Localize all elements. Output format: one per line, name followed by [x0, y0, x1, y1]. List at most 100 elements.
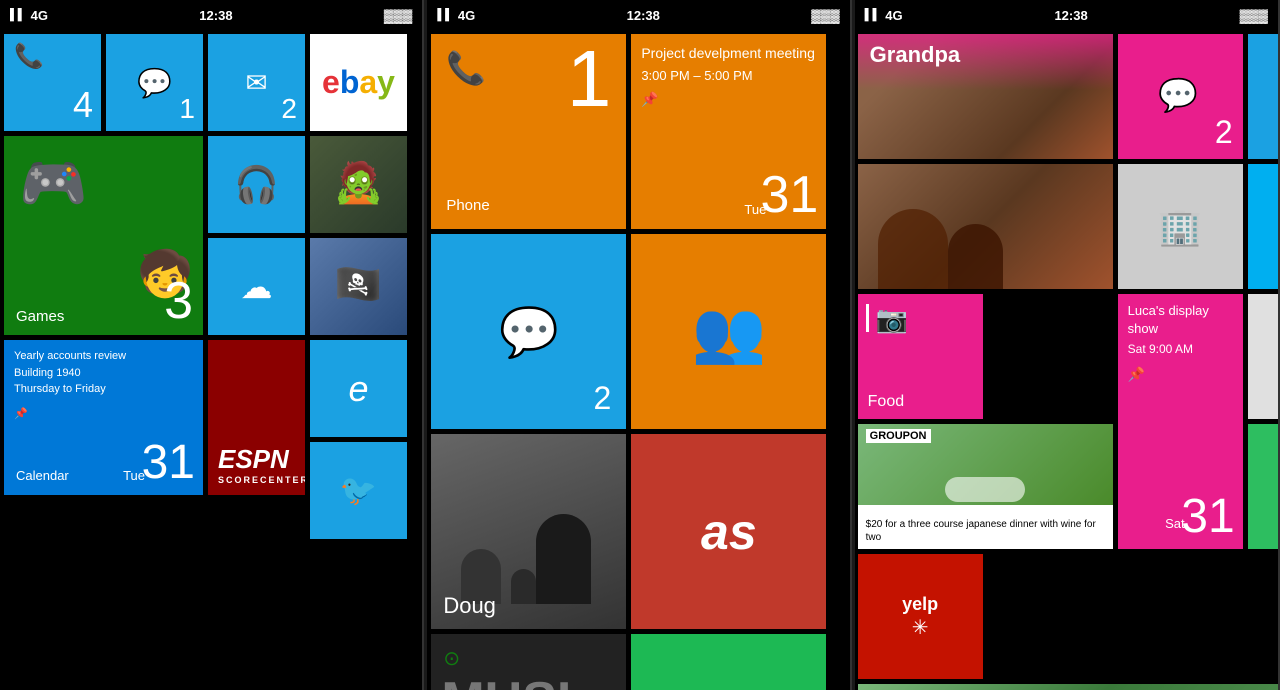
tile-people[interactable]: 👥 [631, 234, 826, 429]
ebay-y: y [377, 64, 395, 101]
tile-grandpa[interactable]: Grandpa [858, 34, 1113, 159]
ebay-a: a [359, 64, 377, 101]
meeting-title: Project develpment meeting [641, 44, 815, 64]
tile-email[interactable]: ✉ 2 [208, 34, 305, 131]
meeting-time: 3:00 PM – 5:00 PM [641, 68, 815, 83]
email-badge: 2 [281, 95, 297, 123]
groupon-deal: $20 for a three course japanese dinner w… [866, 518, 1108, 544]
food-bar [866, 304, 869, 332]
msg2-badge: 2 [594, 380, 612, 417]
music-video-text: MUSI-VIDE [441, 674, 580, 690]
network-3: 4G [885, 8, 902, 23]
tile-grandpa-photo[interactable] [858, 164, 1113, 289]
tile-building[interactable]: 🏢 [1118, 164, 1243, 289]
tile-games[interactable]: 🎮 🧒 3 Games [4, 136, 203, 335]
tile-phone-3[interactable]: 📞 [1248, 34, 1278, 159]
msg-badge: 1 [179, 95, 195, 123]
tile-phone-2[interactable]: 📞 1 Phone [431, 34, 626, 229]
signal-icon-3: ▌▌ [865, 9, 881, 21]
calendar-label: Calendar [16, 468, 69, 483]
games-badge: 3 [164, 275, 193, 327]
building-icon: 🏢 [1158, 206, 1203, 248]
tile-child-photo[interactable] [858, 684, 1278, 690]
time-2: 12:38 [627, 8, 660, 23]
tile-onedrive[interactable]: ☁ [208, 238, 305, 335]
tile-calendar[interactable]: Yearly accounts review Building 1940 Thu… [4, 340, 203, 495]
battery-1: ▓▓▓ [384, 8, 412, 23]
meeting-pin: 📌 [641, 91, 815, 108]
battery-2: ▓▓▓ [811, 8, 839, 23]
doug-label: Doug [443, 593, 496, 619]
yelp-label: yelp [902, 594, 938, 615]
ie-icon: e [348, 368, 368, 410]
twitter-icon: 🐦 [340, 473, 377, 508]
espn-logo: ESPN [218, 444, 295, 475]
msg-icon: 💬 [137, 66, 172, 99]
tile-twitter[interactable]: 🐦 [310, 442, 407, 539]
msg3-badge: 2 [1215, 114, 1233, 151]
tile-spotify[interactable]: ♪ [631, 634, 826, 690]
luca-pin: 📌 [1128, 366, 1233, 383]
phone-badge: 4 [73, 87, 93, 123]
espn-sub: SCORECENTER [218, 475, 295, 485]
luca-time: Sat 9:00 AM [1128, 342, 1233, 356]
tiles-area-2: 📞 1 Phone Project develpment meeting 3:0… [427, 30, 849, 690]
pirate-icon: 🏴‍☠️ [335, 262, 382, 306]
games-label: Games [16, 308, 64, 325]
tile-shop[interactable]: 🛍 [1248, 294, 1278, 419]
time-1: 12:38 [199, 8, 232, 23]
phone-1: ▌▌ 4G 12:38 ▓▓▓ 📞 4 💬 1 ✉ 2 [0, 0, 424, 690]
tile-headphones[interactable]: 🎧 [208, 136, 305, 233]
food-camera-icon: 📷 [876, 304, 908, 335]
status-bar-3: ▌▌ 4G 12:38 ▓▓▓ [855, 0, 1278, 30]
ebay-e: e [322, 64, 340, 101]
tiles-area-1: 📞 4 💬 1 ✉ 2 e b a y [0, 30, 422, 690]
grandpa-label: Grandpa [870, 42, 960, 68]
people-icon: 👥 [691, 296, 766, 367]
tile-meeting[interactable]: Project develpment meeting 3:00 PM – 5:0… [631, 34, 826, 229]
xbox-music-logo: ⊙ [443, 646, 460, 671]
msg3-icon: 💬 [1158, 76, 1198, 114]
phone-icon: 📞 [14, 42, 44, 71]
tile-groupon[interactable]: GROUPON $20 for a three course japanese … [858, 424, 1113, 549]
luca-date: 31 [1181, 493, 1234, 541]
email-icon: ✉ [246, 67, 268, 98]
time-3: 12:38 [1054, 8, 1087, 23]
tile-messaging[interactable]: 💬 1 [106, 34, 203, 131]
tile-doug[interactable]: Doug [431, 434, 626, 629]
network-2: 4G [458, 8, 475, 23]
lastfm-label: as [701, 503, 757, 561]
tile-luca[interactable]: Luca's display show Sat 9:00 AM 📌 Sat 31 [1118, 294, 1243, 549]
tiles-area-3: Grandpa 💬 2 📞 🏢 S [855, 30, 1278, 690]
tile-zombies[interactable]: 🧟 [310, 136, 407, 233]
phone-3: ▌▌ 4G 12:38 ▓▓▓ Grandpa 💬 2 📞 [855, 0, 1280, 690]
phone2-label: Phone [446, 197, 489, 214]
tile-pirate[interactable]: 🏴‍☠️ [310, 238, 407, 335]
tile-phone-calls[interactable]: 📞 4 [4, 34, 101, 131]
xbox-icon: 🎮 [19, 151, 87, 216]
tile-evernote[interactable]: 🐘 [1248, 424, 1278, 549]
calendar-title: Yearly accounts review [14, 348, 126, 365]
tile-food[interactable]: 📷 Food [858, 294, 983, 419]
network-1: 4G [31, 8, 48, 23]
meeting-date: 31 [760, 169, 818, 221]
tile-yelp[interactable]: yelp ✳ [858, 554, 983, 679]
phone-2: ▌▌ 4G 12:38 ▓▓▓ 📞 1 Phone Project develp… [427, 0, 851, 690]
msg2-icon: 💬 [499, 303, 559, 360]
tile-ie[interactable]: e [310, 340, 407, 437]
tile-espn[interactable]: ESPN SCORECENTER [208, 340, 305, 495]
battery-3: ▓▓▓ [1240, 8, 1268, 23]
headphones-icon: 🎧 [234, 164, 279, 206]
yelp-star: ✳ [912, 615, 929, 640]
tile-ebay[interactable]: e b a y [310, 34, 407, 131]
luca-text: Luca's display show [1128, 302, 1233, 338]
groupon-logo: GROUPON [866, 429, 931, 443]
cloud-icon: ☁ [241, 268, 273, 306]
tile-music-video[interactable]: ⊙ MUSI-VIDE [431, 634, 626, 690]
tile-messages-3[interactable]: 💬 2 [1118, 34, 1243, 159]
tile-skype[interactable]: S [1248, 164, 1278, 289]
calendar-building: Building 1940 [14, 365, 126, 382]
tile-msg-2[interactable]: 💬 2 [431, 234, 626, 429]
ebay-b: b [340, 64, 360, 101]
tile-lastfm[interactable]: as [631, 434, 826, 629]
